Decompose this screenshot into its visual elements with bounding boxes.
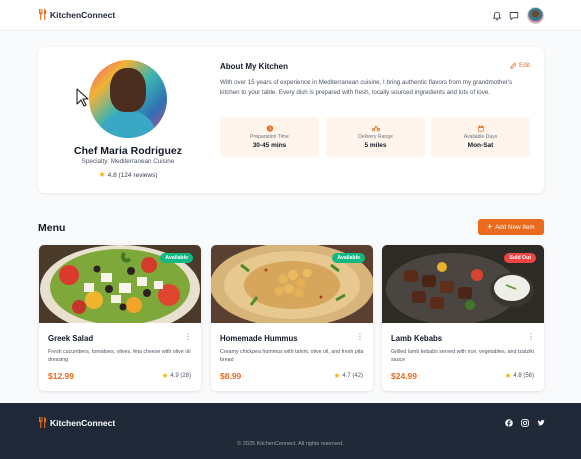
brand-name: KitchenConnect — [50, 9, 116, 20]
dish-description: Creamy chickpea hummus with tahini, oliv… — [220, 349, 364, 363]
dish-rating-text: 4.9 (28) — [170, 373, 191, 379]
star-icon: ★ — [98, 170, 106, 179]
footer-brand[interactable]: KitchenConnect — [38, 417, 115, 428]
star-icon: ★ — [161, 371, 169, 380]
motorcycle-icon — [371, 125, 380, 132]
chef-specialty: Specialty: Mediterranean Cuisine — [81, 158, 175, 165]
star-icon: ★ — [333, 371, 341, 380]
dish-rating: ★ 4.9 (28) — [162, 372, 191, 380]
add-new-item-label: Add New Item — [495, 223, 535, 231]
more-options-icon[interactable]: ⋮ — [527, 333, 535, 341]
dish-rating: ★ 4.7 (42) — [334, 372, 363, 380]
about-title: About My Kitchen — [220, 62, 288, 71]
more-options-icon[interactable]: ⋮ — [356, 333, 364, 341]
instagram-icon[interactable] — [521, 419, 529, 427]
dish-name: Lamb Kebabs — [391, 334, 443, 343]
chef-name: Chef Maria Rodriguez — [74, 145, 182, 157]
stat-available-days: Available Days Mon-Sat — [431, 117, 530, 157]
dish-price: $12.99 — [48, 371, 74, 381]
dish-name: Homemade Hummus — [220, 334, 298, 343]
status-badge: Available — [160, 253, 193, 263]
footer-brand-name: KitchenConnect — [50, 417, 116, 428]
dish-rating-text: 4.7 (42) — [342, 373, 363, 379]
menu-item-card[interactable]: Available Homemade Hummus ⋮ Creamy chick… — [211, 245, 373, 391]
plus-icon: + — [487, 222, 493, 231]
chat-icon[interactable] — [509, 11, 519, 21]
dish-description: Grilled lamb kebabs served with rice, ve… — [391, 349, 535, 363]
dish-price: $8.99 — [220, 371, 242, 381]
dish-rating-text: 4.8 (56) — [513, 373, 534, 379]
chef-rating: ★ 4.8 (124 reviews) — [38, 171, 218, 179]
top-navigation-bar: KitchenConnect — [0, 0, 581, 31]
menu-item-card[interactable]: Available Greek Salad ⋮ Fresh cucumbers,… — [39, 245, 201, 391]
copyright-text: © 2025 KitchenConnect. All rights reserv… — [237, 441, 344, 447]
utensils-icon — [39, 417, 47, 428]
chef-profile-card: Chef Maria Rodriguez Specialty: Mediterr… — [38, 47, 544, 193]
add-new-item-button[interactable]: + Add New Item — [478, 219, 544, 235]
stat-preparation-time: Preparation Time 30-45 mins — [220, 117, 319, 157]
dish-name: Greek Salad — [48, 334, 94, 343]
edit-button[interactable]: Edit — [510, 62, 530, 69]
status-badge: Available — [332, 253, 365, 263]
calendar-icon — [477, 125, 484, 132]
edit-label: Edit — [519, 62, 530, 69]
more-options-icon[interactable]: ⋮ — [184, 333, 192, 341]
stat-delivery-range: Delivery Range 5 miles — [326, 117, 425, 157]
brand-logo[interactable]: KitchenConnect — [38, 9, 115, 20]
user-avatar[interactable] — [527, 7, 544, 24]
utensils-icon — [39, 9, 47, 20]
star-icon: ★ — [504, 371, 512, 380]
facebook-icon[interactable] — [505, 419, 513, 427]
mouse-cursor-icon — [76, 88, 89, 107]
stat-value: Mon-Sat — [467, 142, 494, 149]
status-badge: Sold Out — [504, 253, 536, 263]
menu-item-card[interactable]: Sold Out Lamb Kebabs ⋮ Grilled lamb keba… — [382, 245, 544, 391]
dish-rating: ★ 4.8 (56) — [505, 372, 534, 380]
stat-label: Available Days — [463, 134, 498, 140]
stat-value: 5 miles — [364, 142, 387, 149]
footer: KitchenConnect © 2025 KitchenConnect. Al… — [0, 403, 581, 459]
dish-price: $24.99 — [391, 371, 417, 381]
stat-label: Preparation Time — [250, 134, 289, 140]
stat-value: 30-45 mins — [252, 142, 287, 149]
about-text: With over 15 years of experience in Medi… — [220, 79, 513, 96]
dish-description: Fresh cucumbers, tomatoes, olives, feta … — [48, 349, 191, 363]
twitter-icon[interactable] — [537, 419, 545, 427]
chef-rating-text: 4.8 (124 reviews) — [107, 171, 158, 179]
clock-icon — [266, 125, 273, 132]
menu-title: Menu — [38, 222, 66, 234]
bell-icon[interactable] — [492, 11, 502, 21]
edit-icon — [510, 62, 517, 69]
stat-label: Delivery Range — [358, 134, 393, 140]
chef-photo — [89, 60, 167, 138]
